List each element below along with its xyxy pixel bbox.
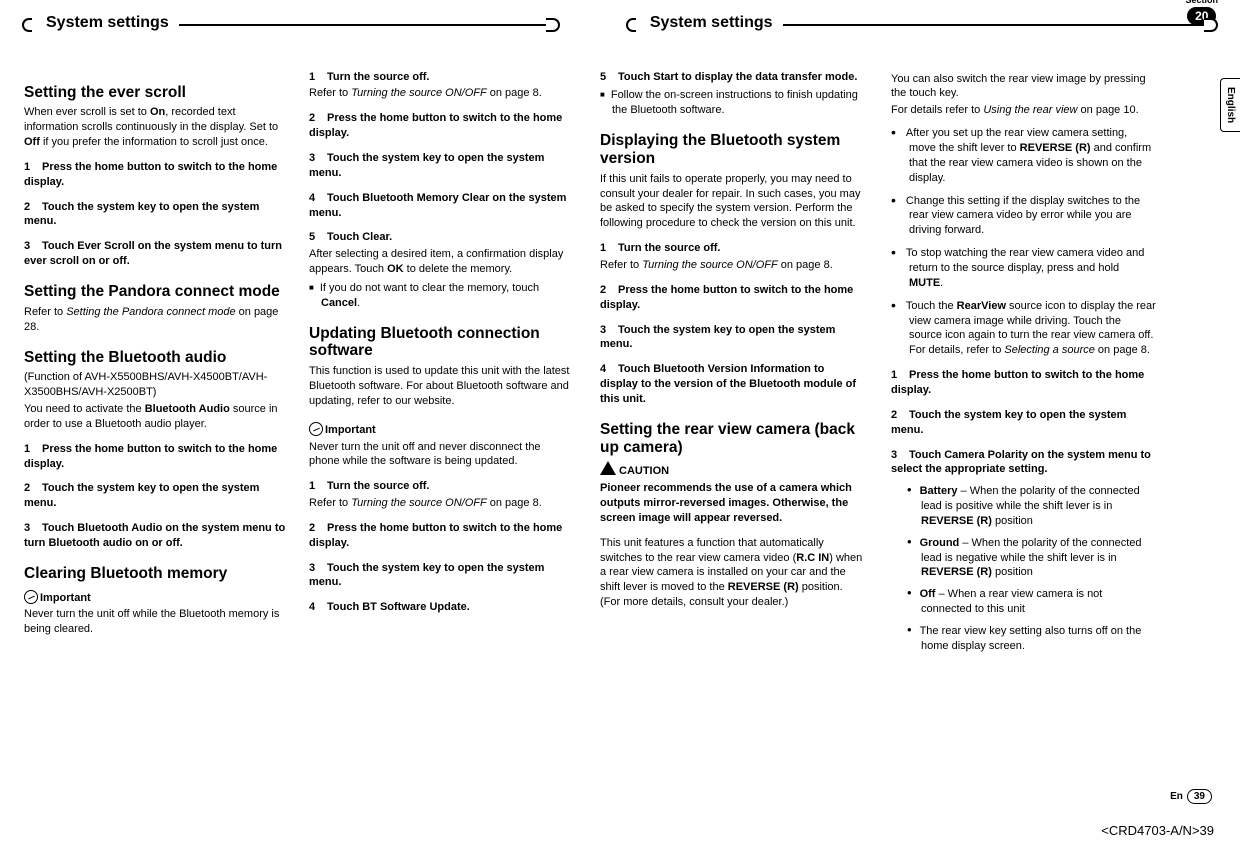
caution-icon <box>600 461 616 475</box>
option-list: Battery – When the polarity of the conne… <box>907 481 1156 653</box>
header-title-right: System settings <box>636 12 783 34</box>
paragraph: Refer to Turning the source ON/OFF on pa… <box>309 496 574 511</box>
list-item: Touch the RearView source icon to displa… <box>891 295 1156 358</box>
step: 3Touch Camera Polarity on the system men… <box>891 448 1156 478</box>
paragraph: For details refer to Using the rear view… <box>891 103 1156 118</box>
language-tab: English <box>1220 78 1240 132</box>
list-item: After you set up the rear view camera se… <box>891 122 1156 185</box>
step: 1Turn the source off. <box>309 70 574 85</box>
column-1: Setting the ever scroll When ever scroll… <box>24 70 289 654</box>
column-2: 1Turn the source off. Refer to Turning t… <box>309 70 574 654</box>
important-label: Important <box>24 587 289 606</box>
paragraph: Refer to Turning the source ON/OFF on pa… <box>309 86 574 101</box>
heading-update-bt: Updating Bluetooth connection software <box>309 325 574 361</box>
step: 2Touch the system key to open the system… <box>24 200 289 230</box>
heading-bt-version: Displaying the Bluetooth system version <box>600 132 865 168</box>
note: Follow the on-screen instructions to fin… <box>600 88 865 118</box>
header-title-left: System settings <box>32 12 179 34</box>
list-item: Off – When a rear view camera is not con… <box>907 584 1156 617</box>
paragraph: Never turn the unit off and never discon… <box>309 440 574 470</box>
important-icon <box>309 422 323 436</box>
header-right: System settings <box>628 12 1216 34</box>
paragraph: This unit features a function that autom… <box>600 536 865 610</box>
step: 2Touch the system key to open the system… <box>24 481 289 511</box>
step: 3Touch Bluetooth Audio on the system men… <box>24 521 289 551</box>
heading-pandora: Setting the Pandora connect mode <box>24 283 289 301</box>
header-left: System settings <box>24 12 558 34</box>
step: 1Turn the source off. <box>309 479 574 494</box>
manual-page: Section 20 System settings System settin… <box>0 0 1240 654</box>
step: 3Touch the system key to open the system… <box>600 323 865 353</box>
step: 2Touch the system key to open the system… <box>891 408 1156 438</box>
note: If you do not want to clear the memory, … <box>309 281 574 311</box>
step: 1Turn the source off. <box>600 241 865 256</box>
caution-label: CAUTION <box>600 460 865 479</box>
paragraph: After selecting a desired item, a confir… <box>309 247 574 277</box>
section-label: Section <box>1185 0 1218 6</box>
step: 4Touch Bluetooth Memory Clear on the sys… <box>309 191 574 221</box>
column-3: 5Touch Start to display the data transfe… <box>600 70 865 654</box>
paragraph: If this unit fails to operate properly, … <box>600 172 865 231</box>
caution-text: Pioneer recommends the use of a camera w… <box>600 481 865 526</box>
step: 5Touch Start to display the data transfe… <box>600 70 865 85</box>
step: 3Touch Ever Scroll on the system menu to… <box>24 239 289 269</box>
step: 1Press the home button to switch to the … <box>24 442 289 472</box>
list-item: Ground – When the polarity of the connec… <box>907 533 1156 581</box>
bullet-list: After you set up the rear view camera se… <box>891 122 1156 358</box>
step: 2Press the home button to switch to the … <box>309 521 574 551</box>
heading-rear-camera: Setting the rear view camera (back up ca… <box>600 421 865 457</box>
page-headers: System settings System settings <box>24 12 1216 34</box>
paragraph: Never turn the unit off while the Blueto… <box>24 607 289 637</box>
step: 1Press the home button to switch to the … <box>891 368 1156 398</box>
heading-bt-audio: Setting the Bluetooth audio <box>24 349 289 367</box>
doc-code: <CRD4703-A/N>39 <box>1101 822 1214 840</box>
page-number: En39 <box>1170 789 1212 805</box>
step: 2Press the home button to switch to the … <box>309 111 574 141</box>
paragraph: You need to activate the Bluetooth Audio… <box>24 402 289 432</box>
paragraph: When ever scroll is set to On, recorded … <box>24 105 289 150</box>
step: 5Touch Clear. <box>309 230 574 245</box>
important-icon <box>24 590 38 604</box>
column-4: You can also switch the rear view image … <box>891 70 1156 654</box>
important-label: Important <box>309 419 574 438</box>
step: 3Touch the system key to open the system… <box>309 561 574 591</box>
paragraph: This function is used to update this uni… <box>309 364 574 409</box>
paragraph: (Function of AVH-X5500BHS/AVH-X4500BT/AV… <box>24 370 289 400</box>
list-item: The rear view key setting also turns off… <box>907 621 1156 654</box>
step: 4Touch BT Software Update. <box>309 600 574 615</box>
paragraph: You can also switch the rear view image … <box>891 72 1156 102</box>
list-item: Change this setting if the display switc… <box>891 190 1156 239</box>
step: 3Touch the system key to open the system… <box>309 151 574 181</box>
heading-clear-bt: Clearing Bluetooth memory <box>24 565 289 583</box>
step: 1Press the home button to switch to the … <box>24 160 289 190</box>
step: 4Touch Bluetooth Version Information to … <box>600 362 865 407</box>
paragraph: Refer to Turning the source ON/OFF on pa… <box>600 258 865 273</box>
step: 2Press the home button to switch to the … <box>600 283 865 313</box>
content-columns: Setting the ever scroll When ever scroll… <box>24 70 1216 654</box>
list-item: To stop watching the rear view camera vi… <box>891 242 1156 291</box>
paragraph: Refer to Setting the Pandora connect mod… <box>24 305 289 335</box>
heading-ever-scroll: Setting the ever scroll <box>24 84 289 102</box>
list-item: Battery – When the polarity of the conne… <box>907 481 1156 529</box>
